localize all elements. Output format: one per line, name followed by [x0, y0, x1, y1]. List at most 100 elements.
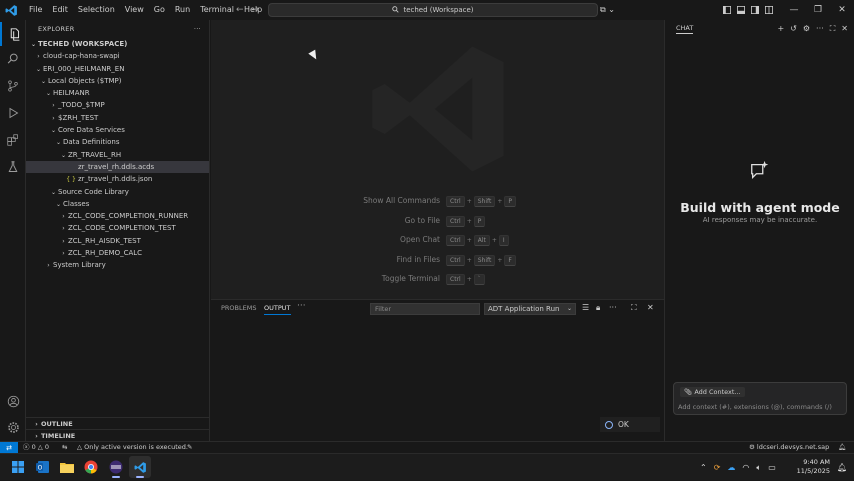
output-filter-input[interactable]: Filter: [370, 303, 480, 315]
tree-item[interactable]: ⌄ ERI_000_HEILMANR_EN: [26, 63, 209, 75]
pin-icon[interactable]: ✎: [187, 442, 192, 453]
chrome-icon[interactable]: [80, 456, 102, 478]
tree-item[interactable]: { } zr_travel_rh.ddls.json: [26, 173, 209, 185]
windows-start-icon[interactable]: [7, 456, 29, 478]
tree-item[interactable]: ⌄ HEILMANR: [26, 87, 209, 99]
new-chat-icon[interactable]: +: [777, 24, 784, 34]
eclipse-icon[interactable]: [105, 456, 127, 478]
shortcut-label: Go to File: [404, 215, 440, 225]
close-window-icon[interactable]: ✕: [830, 0, 854, 20]
warning-icon: △: [77, 443, 82, 451]
outlook-icon[interactable]: O: [32, 456, 54, 478]
volume-icon[interactable]: 🔈︎: [756, 463, 761, 473]
tree-item[interactable]: › ZCL_CODE_COMPLETION_TEST: [26, 222, 209, 234]
testing-icon[interactable]: [0, 155, 26, 179]
lock-icon[interactable]: 🔒︎: [596, 303, 600, 313]
run-debug-icon[interactable]: [0, 101, 26, 125]
chevron-down-icon: ⌄: [566, 305, 572, 312]
menu-go[interactable]: Go: [149, 0, 170, 20]
sync-icon[interactable]: ⇆: [62, 442, 67, 453]
tree-item[interactable]: › ZCL_RH_DEMO_CALC: [26, 247, 209, 259]
history-icon[interactable]: ↺: [790, 24, 797, 34]
extensions-icon[interactable]: [0, 128, 26, 152]
toggle-panel-icon[interactable]: [734, 0, 748, 20]
vscode-taskbar-icon[interactable]: [129, 456, 151, 478]
maximize-panel-icon[interactable]: ⛶: [631, 303, 637, 313]
close-panel-icon[interactable]: ✕: [647, 303, 654, 312]
more-icon[interactable]: ···: [609, 303, 617, 312]
cloud-icon[interactable]: ☁: [727, 463, 735, 472]
notification-toast[interactable]: OK: [600, 417, 660, 432]
menu-run[interactable]: Run: [170, 0, 195, 20]
settings-gear-icon[interactable]: [0, 415, 26, 439]
plus-sign: +: [497, 198, 503, 205]
workspace-root[interactable]: ⌄ TECHED (WORKSPACE): [26, 38, 209, 50]
word-wrap-icon[interactable]: ☰: [582, 303, 589, 312]
tree-item-label: ZR_TRAVEL_RH: [68, 150, 122, 159]
clock-time: 9:40 AM: [803, 458, 830, 466]
tree-item[interactable]: ⌄ Core Data Services: [26, 124, 209, 136]
bottom-panel: PROBLEMS OUTPUT ··· Filter ADT Applicati…: [211, 299, 664, 441]
battery-icon[interactable]: ▭: [768, 463, 776, 472]
host-status[interactable]: ⚙ ldcseri.devsys.net.sap: [749, 442, 829, 453]
back-arrow-icon[interactable]: ←: [236, 5, 244, 15]
host-label: ldcseri.devsys.net.sap: [756, 443, 830, 451]
command-center-search[interactable]: teched (Workspace): [268, 3, 598, 17]
toggle-primary-sidebar-icon[interactable]: [720, 0, 734, 20]
timeline-section[interactable]: › TIMELINE: [26, 429, 210, 441]
clock[interactable]: 9:40 AM 11/5/2025: [797, 458, 830, 476]
tree-item[interactable]: ⌄ ZR_TRAVEL_RH: [26, 149, 209, 161]
status-message[interactable]: △ Only active version is executed.: [77, 442, 188, 453]
plus-sign: +: [491, 237, 497, 244]
output-channel-select[interactable]: ADT Application Run ⌄: [484, 303, 576, 315]
bell-icon[interactable]: 🔔︎: [838, 442, 846, 453]
menu-edit[interactable]: Edit: [47, 0, 73, 20]
explorer-icon[interactable]: [0, 22, 26, 46]
tree-item[interactable]: ⌄ Classes: [26, 198, 209, 210]
forward-arrow-icon[interactable]: →: [252, 5, 260, 15]
tree-item[interactable]: › cloud-cap-hana-swapi: [26, 50, 209, 62]
outline-section[interactable]: › OUTLINE: [26, 417, 210, 429]
layout-icon[interactable]: [762, 0, 776, 20]
more-actions-icon[interactable]: ···: [194, 25, 201, 33]
plus-sign: +: [466, 237, 472, 244]
problems-status[interactable]: ⓧ 0 △ 0: [23, 442, 49, 453]
tree-item[interactable]: › _TODO_$TMP: [26, 99, 209, 111]
sync-tray-icon[interactable]: ⟳: [714, 463, 721, 472]
tree-item[interactable]: zr_travel_rh.ddls.acds: [26, 160, 209, 174]
menu-view[interactable]: View: [120, 0, 149, 20]
explorer-header: EXPLORER ···: [26, 20, 209, 38]
menu-file[interactable]: File: [24, 0, 47, 20]
account-icon[interactable]: [0, 389, 26, 413]
menu-selection[interactable]: Selection: [73, 0, 120, 20]
minimize-icon[interactable]: —: [782, 0, 806, 20]
notifications-icon[interactable]: 🔔︎: [837, 454, 847, 481]
copilot-icon[interactable]: ⧉ ⌄: [600, 0, 615, 20]
file-explorer-icon[interactable]: [56, 456, 78, 478]
panel-more-icon[interactable]: ···: [297, 301, 306, 311]
tree-item[interactable]: › ZCL_RH_AISDK_TEST: [26, 235, 209, 247]
status-message-text: Only active version is executed.: [84, 443, 188, 451]
wifi-icon[interactable]: ◠: [742, 463, 749, 472]
chat-input-box[interactable]: 📎︎ Add Context... Add context (#), exten…: [673, 382, 847, 415]
restore-icon[interactable]: ❐: [806, 0, 830, 20]
close-icon[interactable]: ✕: [841, 24, 848, 34]
tree-item[interactable]: › ZCL_CODE_COMPLETION_RUNNER: [26, 210, 209, 222]
tree-item[interactable]: › $ZRH_TEST: [26, 112, 209, 124]
toggle-secondary-sidebar-icon[interactable]: [748, 0, 762, 20]
add-context-button[interactable]: 📎︎ Add Context...: [680, 387, 745, 397]
source-control-icon[interactable]: [0, 74, 26, 98]
tree-item[interactable]: ⌄ Source Code Library: [26, 186, 209, 198]
tab-problems[interactable]: PROBLEMS: [221, 304, 256, 312]
gear-icon[interactable]: ⚙︎: [803, 24, 810, 34]
tree-item[interactable]: › System Library: [26, 259, 209, 271]
tree-item[interactable]: ⌄ Data Definitions: [26, 136, 209, 148]
chat-input-placeholder[interactable]: Add context (#), extensions (@), command…: [678, 403, 832, 411]
tree-item[interactable]: ⌄ Local Objects ($TMP): [26, 75, 209, 87]
tab-output[interactable]: OUTPUT: [264, 304, 291, 315]
chevron-up-icon[interactable]: ⌃: [700, 463, 707, 472]
maximize-icon[interactable]: ⛶: [830, 24, 836, 34]
more-icon[interactable]: ···: [816, 24, 824, 34]
search-view-icon[interactable]: [0, 47, 26, 71]
menu-terminal[interactable]: Terminal: [195, 0, 239, 20]
